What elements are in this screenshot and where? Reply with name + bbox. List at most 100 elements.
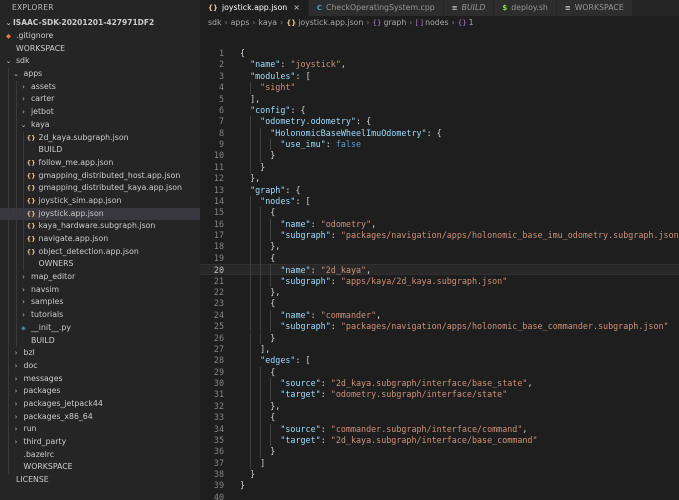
tree-folder[interactable]: › carter <box>0 93 200 107</box>
tree-folder[interactable]: › packages_x86_64 <box>0 410 200 424</box>
tree-file[interactable]: {} joystick_sim.app.json <box>0 194 200 208</box>
editor-tab[interactable]: {} joystick.app.json × <box>200 0 309 16</box>
code-text: "config": { <box>240 105 305 116</box>
code-text: { <box>240 367 275 378</box>
tree-folder[interactable]: › jetbot <box>0 106 200 119</box>
editor-tab[interactable]: $ deploy.sh <box>494 0 557 16</box>
tree-item-label: run <box>23 424 37 434</box>
chevron-right-icon: › <box>14 412 18 421</box>
tree-file[interactable]: ·LICENSE <box>0 474 200 487</box>
tree-folder[interactable]: › map_editor <box>0 271 200 284</box>
editor-tab[interactable]: C CheckOperatingSystem.cpp <box>308 0 444 16</box>
breadcrumb-folder[interactable]: sdk <box>208 16 222 30</box>
tree-item-label: WORKSPACE <box>16 43 66 53</box>
tree-folder[interactable]: › navsim <box>0 283 200 297</box>
tree-folder[interactable]: › packages <box>0 385 200 398</box>
tree-file[interactable]: {} 2d_kaya.subgraph.json <box>0 131 200 145</box>
line-number: 38 <box>213 469 224 480</box>
workspace-root[interactable]: ⌄ ISAAC-SDK-20201201-427971DF2 <box>0 16 200 30</box>
breadcrumb-folder[interactable]: kaya <box>259 16 278 30</box>
tree-file[interactable]: {} kaya_hardware.subgraph.json <box>0 220 200 233</box>
json-file-icon: {} <box>26 133 36 142</box>
line-number: 33 <box>213 412 224 423</box>
git-file-icon: ◆ <box>6 32 11 40</box>
tree-folder[interactable]: › tutorials <box>0 309 200 322</box>
indent-guide <box>15 93 17 107</box>
close-icon[interactable]: × <box>293 0 300 16</box>
indent-guide <box>250 207 252 219</box>
indent-guide <box>8 321 9 335</box>
indent-guide <box>15 182 17 195</box>
tree-file[interactable]: ·.bazelrc <box>0 448 200 462</box>
tree-file[interactable]: ◈ __init__.py <box>0 321 200 335</box>
code-token: "target" <box>280 434 321 445</box>
editor-tab[interactable]: ≡ WORKSPACE <box>556 0 633 16</box>
indent-guide <box>260 127 262 140</box>
tree-folder[interactable]: › packages_jetpack44 <box>0 397 200 411</box>
line-number: 10 <box>213 150 224 161</box>
indent-guide <box>260 298 262 310</box>
code-text: { <box>240 253 275 264</box>
indent-guide <box>15 144 17 157</box>
breadcrumb-symbol[interactable]: graph <box>383 16 406 30</box>
tree-item-label: tutorials <box>31 310 64 320</box>
indent-guide <box>8 106 9 119</box>
tree-folder[interactable]: ⌄ apps <box>0 68 200 81</box>
code-token: "joystick" <box>290 59 341 70</box>
indent-guide <box>8 347 9 360</box>
tree-file[interactable]: {} navigate.app.json <box>0 233 200 246</box>
tree-file[interactable]: {} object_detection.app.json <box>0 245 200 259</box>
indent-guide <box>8 423 9 436</box>
code-line: 4 "sight" <box>200 82 679 93</box>
code-text: { <box>240 412 275 423</box>
code-token: : { <box>355 116 372 127</box>
code-text: "subgraph": "apps/kaya/2d_kaya.subgraph.… <box>240 276 507 287</box>
indent-guide <box>260 252 262 265</box>
tree-file[interactable]: ·OWNERS <box>0 258 200 272</box>
breadcrumb-folder[interactable]: apps <box>231 16 250 30</box>
breadcrumb-file[interactable]: joystick.app.json <box>298 16 363 30</box>
tree-file[interactable]: ◆ .gitignore <box>0 30 200 43</box>
code-line: 33 { <box>200 412 679 423</box>
shell-file-icon: $ <box>502 4 508 12</box>
tree-folder[interactable]: › samples <box>0 296 200 310</box>
code-editor[interactable]: 1{2 "name": "joystick", 3 "modules": [4 "… <box>200 30 679 500</box>
indent-guide <box>15 207 17 221</box>
tree-file[interactable]: ·BUILD <box>0 334 200 348</box>
tree-file[interactable]: {} follow_me.app.json <box>0 156 200 170</box>
code-token: } <box>240 469 256 480</box>
tree-file[interactable]: {} gmapping_distributed_kaya.app.json <box>0 182 200 195</box>
tree-folder[interactable]: › assets <box>0 80 200 94</box>
code-token: } <box>240 161 266 172</box>
tree-folder[interactable]: › messages <box>0 372 200 386</box>
json-file-icon: {} <box>26 184 36 193</box>
tree-item-label: kaya <box>31 119 50 129</box>
code-text: "graph": { <box>240 185 300 196</box>
breadcrumb-symbol[interactable]: 1 <box>469 16 474 30</box>
tree-file[interactable]: {} gmapping_distributed_host.app.json <box>0 169 200 183</box>
chevron-right-icon: › <box>22 298 25 307</box>
tree-folder[interactable]: › doc <box>0 359 200 373</box>
tree-file[interactable]: {} joystick.app.json <box>0 207 200 221</box>
tree-file[interactable]: ·BUILD <box>0 144 200 157</box>
tree-item-label: packages_jetpack44 <box>23 398 103 408</box>
tree-folder[interactable]: ⌄ sdk <box>0 55 200 68</box>
breadcrumb-symbol[interactable]: nodes <box>425 16 449 30</box>
code-line: 35 "target": "2d_kaya.subgraph/interface… <box>200 435 679 446</box>
tree-folder[interactable]: ⌄ kaya <box>0 118 200 132</box>
editor-tab[interactable]: ≡ BUILD <box>443 0 495 16</box>
line-number: 3 <box>218 70 224 81</box>
code-token: , <box>366 265 372 276</box>
tree-folder[interactable]: › third_party <box>0 436 200 449</box>
tree-item-label: __init__.py <box>31 322 71 332</box>
cpp-file-icon: C <box>316 4 323 12</box>
chevron-right-icon: › <box>366 18 370 27</box>
code-token: }, <box>240 173 261 184</box>
tree-file[interactable]: ·WORKSPACE <box>0 461 200 475</box>
line-number: 36 <box>213 446 224 457</box>
tree-folder[interactable]: › run <box>0 423 200 436</box>
tab-label: joystick.app.json <box>221 3 288 12</box>
tree-file[interactable]: ·WORKSPACE <box>0 43 200 56</box>
tree-folder[interactable]: › bzl <box>0 347 200 360</box>
